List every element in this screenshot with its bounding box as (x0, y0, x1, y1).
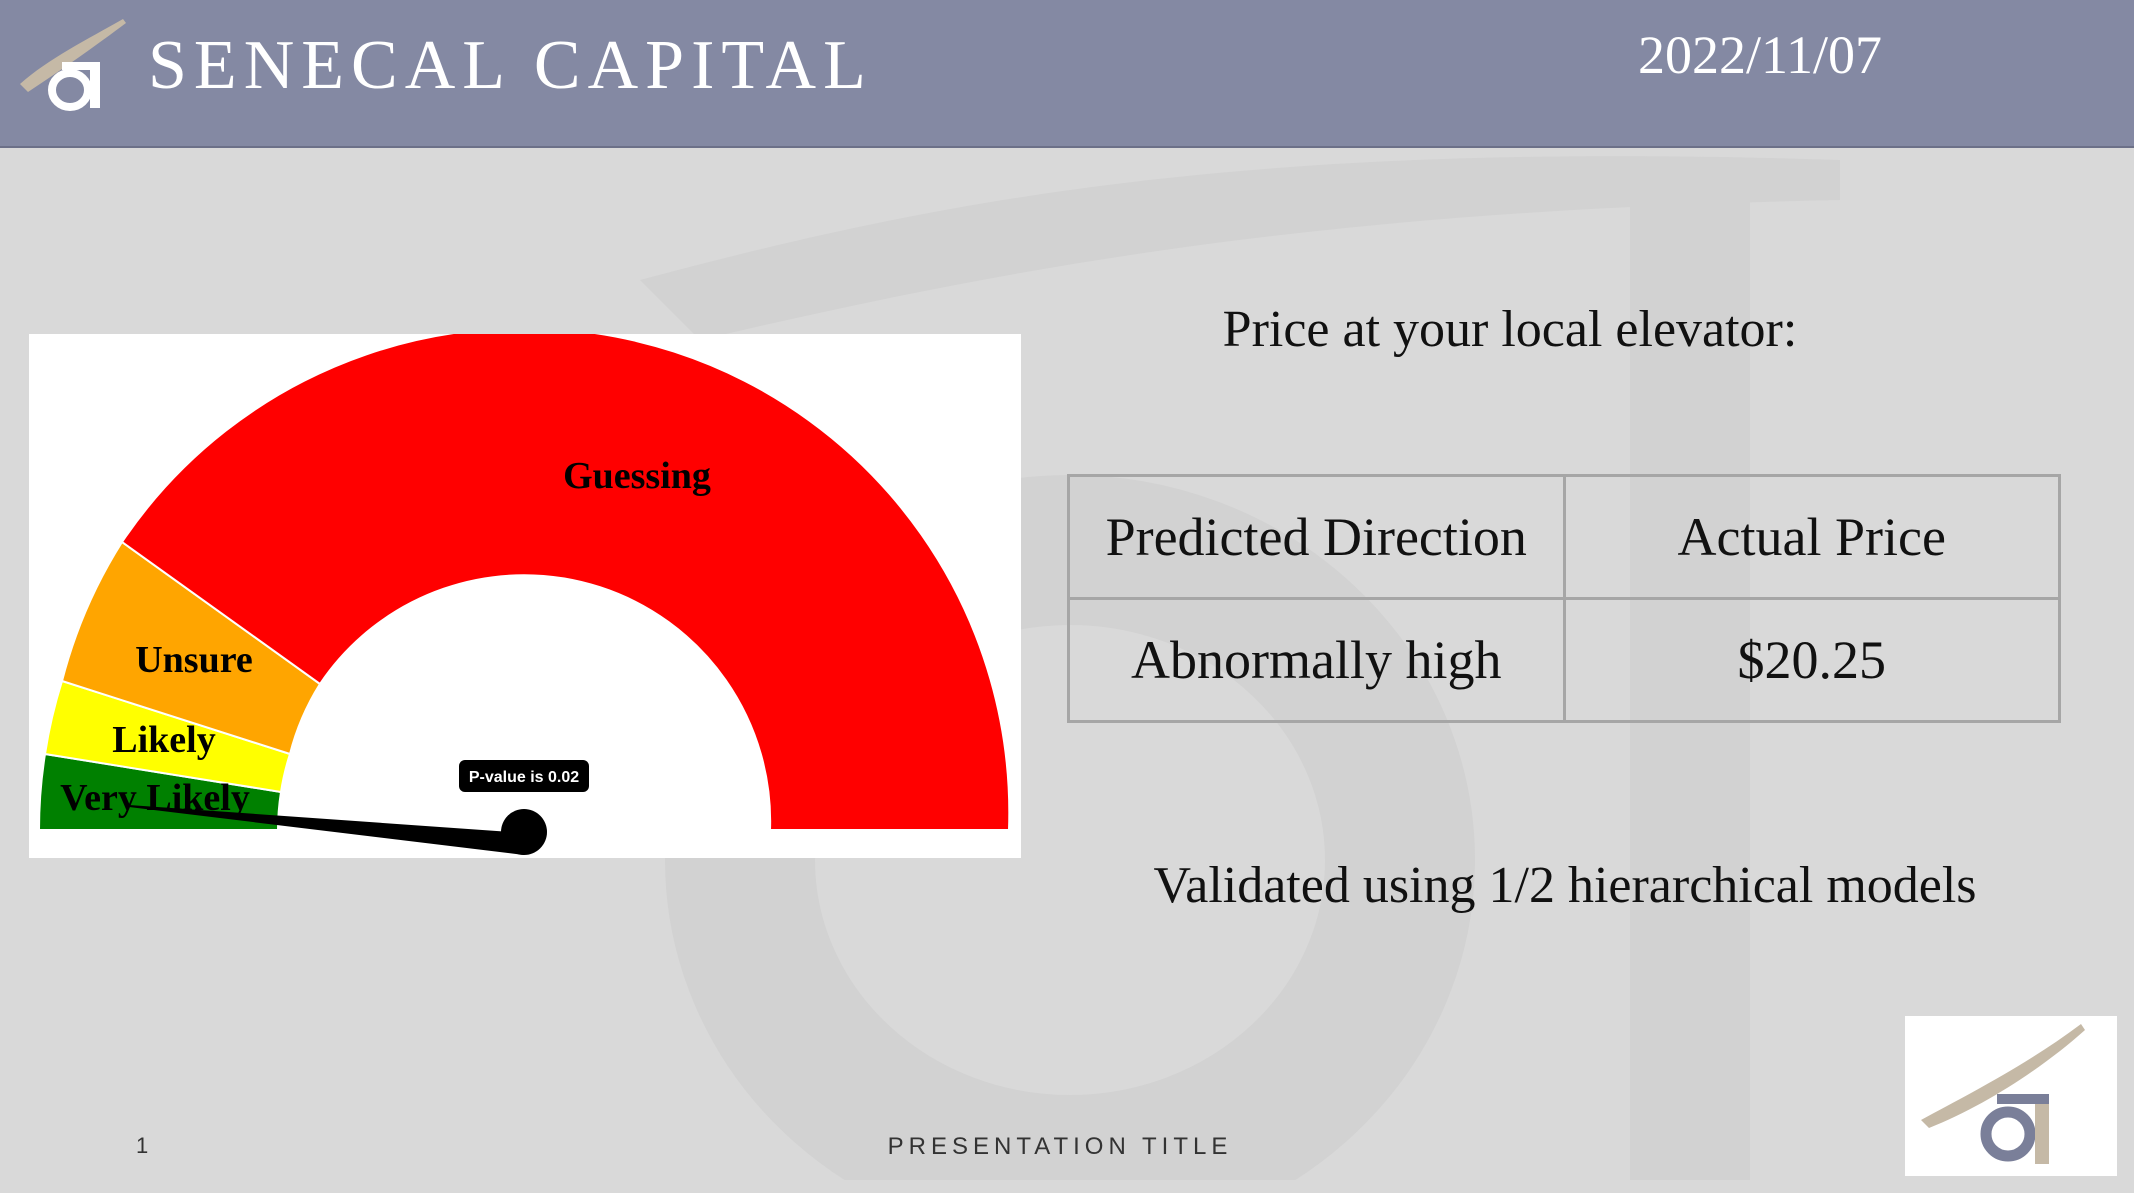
gauge-label-guessing: Guessing (563, 455, 711, 497)
gauge-label-likely: Likely (112, 719, 215, 761)
brand-name: SENECAL CAPITAL (148, 27, 873, 104)
gauge-svg: Guessing Unsure Likely Very Likely P-val… (37, 334, 1011, 855)
p-value-gauge: Guessing Unsure Likely Very Likely P-val… (29, 334, 1021, 858)
table-header-row: Predicted Direction Actual Price (1067, 474, 2061, 600)
table-header-actual-price: Actual Price (1562, 474, 2061, 600)
header-date: 2022/11/07 (1637, 25, 1882, 85)
corner-logo (1905, 1016, 2117, 1176)
price-table: Predicted Direction Actual Price Abnorma… (1067, 474, 2061, 723)
table-cell-predicted-direction: Abnormally high (1067, 597, 1566, 723)
table-header-predicted-direction: Predicted Direction (1067, 474, 1566, 600)
gauge-needle-hub (501, 809, 547, 855)
page-number: 1 (136, 1133, 149, 1158)
gauge-label-unsure: Unsure (135, 639, 253, 681)
senecal-logo-icon (20, 19, 126, 111)
table-cell-actual-price: $20.25 (1562, 597, 2061, 723)
price-heading: Price at your local elevator: (1222, 301, 1798, 358)
validation-note: Validated using 1/2 hierarchical models (1153, 857, 1977, 914)
p-value-tooltip: P-value is 0.02 (469, 769, 579, 786)
header-bar: SENECAL CAPITAL 2022/11/07 (0, 0, 2134, 148)
corner-logo-icon (1921, 1024, 2085, 1164)
footer-presentation-title: PRESENTATION TITLE (887, 1133, 1233, 1160)
table-row: Abnormally high $20.25 (1067, 597, 2061, 723)
